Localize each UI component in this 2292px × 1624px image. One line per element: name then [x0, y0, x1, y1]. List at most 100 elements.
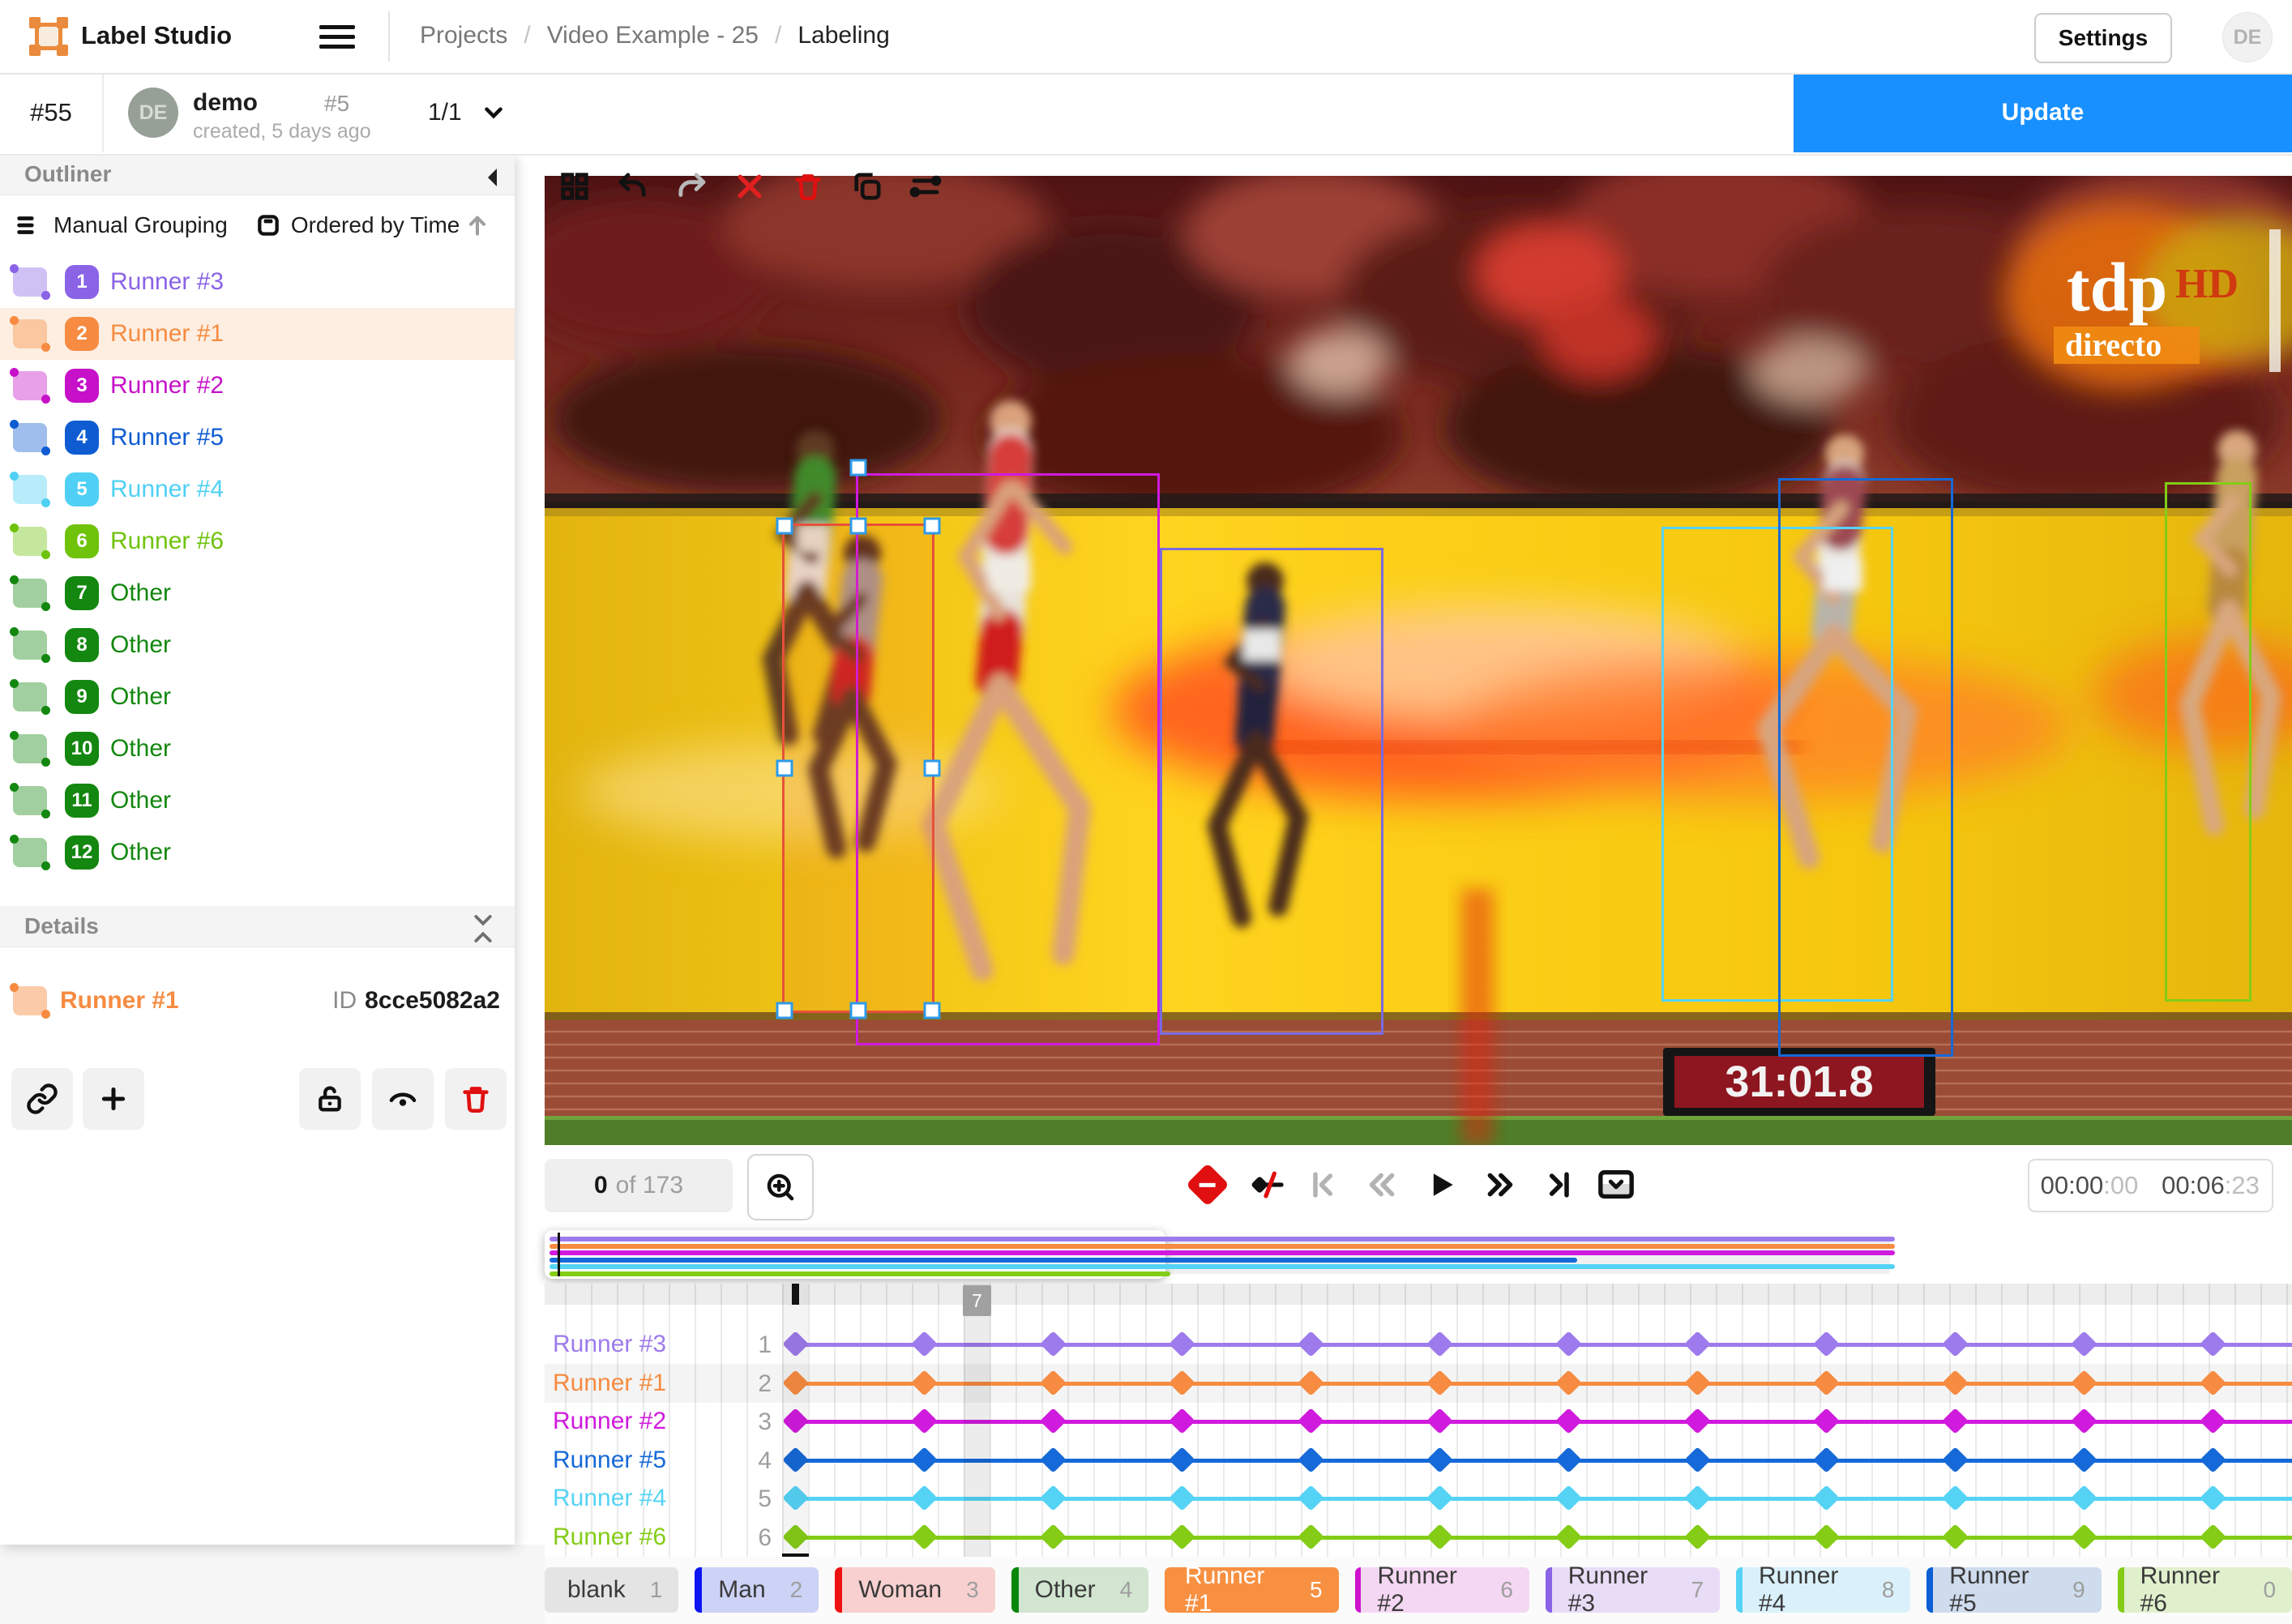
label-button[interactable]: Runner #60: [2118, 1567, 2292, 1613]
details-collapse-icon[interactable]: [471, 912, 495, 945]
delete-region-button[interactable]: [445, 1068, 507, 1130]
outliner-region-item[interactable]: 5Runner #4: [0, 464, 515, 515]
details-header[interactable]: Details: [0, 906, 515, 947]
keyframe-diamond[interactable]: [1169, 1331, 1195, 1357]
keyframe-diamond[interactable]: [1942, 1331, 1969, 1357]
label-button[interactable]: Runner #15: [1165, 1567, 1338, 1613]
keyframe-diamond[interactable]: [1040, 1331, 1067, 1357]
keyframe-diamond[interactable]: [2200, 1447, 2226, 1473]
keyframe-diamond[interactable]: [1169, 1524, 1195, 1550]
outliner-region-item[interactable]: 4Runner #5: [0, 412, 515, 464]
track-label[interactable]: Runner #4: [553, 1485, 666, 1512]
keyframe-diamond[interactable]: [1298, 1331, 1324, 1357]
grid-view-button[interactable]: [554, 165, 596, 207]
keyframe-diamond[interactable]: [2071, 1485, 2097, 1512]
outliner-header[interactable]: Outliner: [0, 154, 515, 195]
keyframe-diamond[interactable]: [1040, 1447, 1067, 1473]
keyframe-diamond[interactable]: [1813, 1408, 1840, 1434]
keyframe-diamond[interactable]: [1298, 1524, 1324, 1550]
keyframe-diamond[interactable]: [1298, 1485, 1324, 1512]
keyframe-diamond[interactable]: [1555, 1408, 1582, 1434]
outliner-region-item[interactable]: 9Other: [0, 671, 515, 723]
keyframe-diamond[interactable]: [1555, 1485, 1582, 1512]
keyframe-diamond[interactable]: [2200, 1331, 2226, 1357]
keyframe-diamond[interactable]: [1942, 1447, 1969, 1473]
reject-button[interactable]: [729, 165, 771, 207]
keyframe-diamond[interactable]: [1684, 1331, 1711, 1357]
keyframe-diamond[interactable]: [1684, 1524, 1711, 1550]
frame-counter[interactable]: 0 of 173: [545, 1159, 733, 1212]
resize-handle[interactable]: [849, 518, 866, 535]
keyframe-diamond[interactable]: [1555, 1524, 1582, 1550]
duplicate-button[interactable]: [846, 165, 888, 207]
keyframe-diamond[interactable]: [911, 1485, 938, 1512]
track-label[interactable]: Runner #3: [553, 1331, 666, 1358]
details-region-row[interactable]: Runner #1 ID8cce5082a2: [0, 964, 515, 1037]
step-back-button[interactable]: [1358, 1160, 1407, 1209]
keyframe-diamond[interactable]: [2200, 1485, 2226, 1512]
keyframe-diamond[interactable]: [1426, 1524, 1453, 1550]
keyframe-diamond[interactable]: [911, 1447, 938, 1473]
annotator-avatar[interactable]: DE: [128, 88, 178, 138]
outliner-region-item[interactable]: 8Other: [0, 619, 515, 671]
keyframe-diamond[interactable]: [1169, 1447, 1195, 1473]
ordering-select[interactable]: Ordered by Time: [291, 212, 460, 238]
keyframe-diamond[interactable]: [911, 1524, 938, 1550]
keyframe-diamond[interactable]: [1555, 1447, 1582, 1473]
outliner-region-item[interactable]: 6Runner #6: [0, 515, 515, 567]
keyframe-diamond[interactable]: [1298, 1408, 1324, 1434]
keyframe-diamond[interactable]: [1426, 1408, 1453, 1434]
keyframe-diamond[interactable]: [1942, 1408, 1969, 1434]
keyframe-toggle-button[interactable]: [1242, 1160, 1290, 1209]
outliner-region-item[interactable]: 11Other: [0, 775, 515, 827]
keyframe-diamond[interactable]: [1813, 1447, 1840, 1473]
resize-handle[interactable]: [923, 760, 940, 777]
keyframe-diamond[interactable]: [1040, 1408, 1067, 1434]
keyframe-diamond[interactable]: [1040, 1485, 1067, 1512]
keyframe-diamond[interactable]: [911, 1408, 938, 1434]
add-meta-button[interactable]: [83, 1068, 144, 1130]
lock-region-button[interactable]: [299, 1068, 361, 1130]
grouping-select[interactable]: Manual Grouping: [53, 212, 228, 238]
resize-handle[interactable]: [923, 518, 940, 535]
keyframe-diamond[interactable]: [2071, 1408, 2097, 1434]
track-label[interactable]: Runner #1: [553, 1370, 666, 1397]
interpolation-toggle-button[interactable]: [1592, 1160, 1640, 1209]
label-button[interactable]: Man2: [695, 1567, 819, 1613]
bbox-region[interactable]: [2165, 482, 2252, 1002]
keyframe-diamond[interactable]: [2071, 1331, 2097, 1357]
track-label[interactable]: Runner #2: [553, 1408, 666, 1435]
keyframe-diamond[interactable]: [2071, 1524, 2097, 1550]
keyframe-diamond[interactable]: [1942, 1524, 1969, 1550]
keyframe-diamond[interactable]: [1813, 1524, 1840, 1550]
label-button[interactable]: Woman3: [835, 1567, 994, 1613]
keyframe-diamond[interactable]: [1426, 1331, 1453, 1357]
keyframe-diamond[interactable]: [1426, 1485, 1453, 1512]
label-button[interactable]: Runner #26: [1355, 1567, 1529, 1613]
keyframe-diamond[interactable]: [1813, 1485, 1840, 1512]
step-forward-button[interactable]: [1475, 1160, 1524, 1209]
bbox-region[interactable]: [782, 524, 934, 1013]
resize-handle[interactable]: [776, 518, 793, 535]
hide-region-button[interactable]: [372, 1068, 434, 1130]
redo-button[interactable]: [670, 165, 712, 207]
relations-button[interactable]: [904, 165, 947, 207]
label-button[interactable]: Runner #59: [1926, 1567, 2101, 1613]
delete-annotation-button[interactable]: [787, 165, 829, 207]
keyframe-diamond[interactable]: [1684, 1447, 1711, 1473]
breadcrumb-project[interactable]: Video Example - 25: [547, 22, 759, 49]
undo-button[interactable]: [612, 165, 654, 207]
keyframe-diamond[interactable]: [1426, 1447, 1453, 1473]
rotate-handle[interactable]: [849, 459, 866, 477]
sort-direction-icon[interactable]: [464, 212, 490, 238]
keyframe-diamond[interactable]: [1684, 1408, 1711, 1434]
last-frame-button[interactable]: [1533, 1160, 1582, 1209]
settings-button[interactable]: Settings: [2034, 13, 2172, 63]
user-avatar[interactable]: DE: [2222, 12, 2273, 62]
keyframe-diamond[interactable]: [1298, 1447, 1324, 1473]
breadcrumb-projects[interactable]: Projects: [420, 22, 507, 49]
keyframe-diamond[interactable]: [1169, 1408, 1195, 1434]
keyframe-diamond[interactable]: [1942, 1485, 1969, 1512]
label-button[interactable]: Other4: [1011, 1567, 1149, 1613]
resize-handle[interactable]: [776, 1002, 793, 1019]
